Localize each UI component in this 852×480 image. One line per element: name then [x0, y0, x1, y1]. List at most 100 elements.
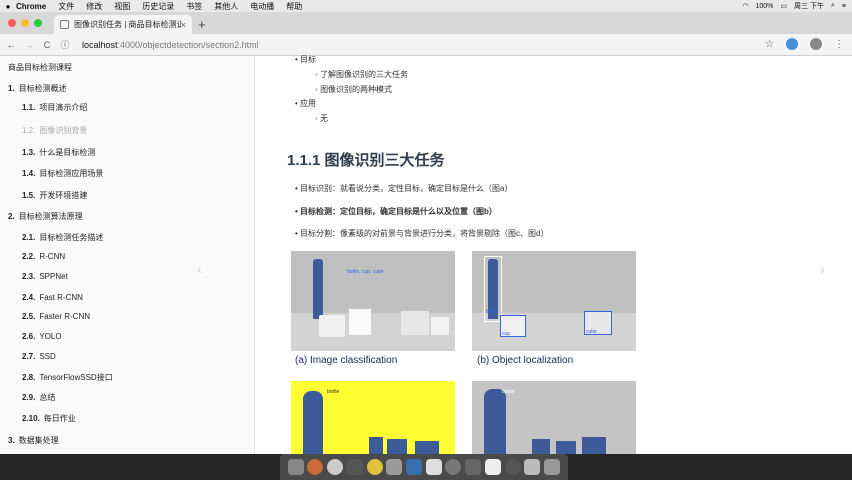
clock[interactable]: 周三 下午: [794, 1, 824, 11]
info-icon[interactable]: ⓘ: [58, 38, 72, 51]
menu-list-icon[interactable]: ≡: [842, 3, 846, 10]
reload-icon[interactable]: C: [40, 40, 54, 50]
menu-people[interactable]: 其他人: [214, 1, 238, 12]
toc-item[interactable]: 2.1. 目标检测任务描述: [22, 232, 103, 243]
bookmark-star-icon[interactable]: ☆: [765, 39, 774, 50]
toc-num: 1.3.: [22, 148, 36, 157]
menu-window[interactable]: 电动播: [250, 1, 274, 12]
caption-a: (a) Image classification: [295, 355, 398, 366]
toc-num: 2.9.: [22, 393, 36, 402]
toc-item[interactable]: 1.5. 开发环境搭建: [22, 190, 87, 201]
toc-num: 2.6.: [22, 332, 36, 341]
cube-shape: [415, 441, 439, 454]
prev-page-icon[interactable]: ‹: [197, 261, 202, 277]
toc-item[interactable]: 2.3. SPPNet: [22, 272, 68, 281]
task-item: • 目标分割：像素级的对前景与背景进行分类，将背景剔除（图c、图d）: [295, 229, 549, 238]
chrome-icon[interactable]: [366, 459, 383, 475]
caption-b: (b) Object localization: [477, 355, 574, 366]
goal-title: 目标: [300, 55, 317, 64]
toc-label: 什么是目标检测: [39, 148, 96, 157]
toc-num: 2.5.: [22, 312, 36, 321]
toc-num: 1.5.: [22, 191, 36, 200]
app-icon[interactable]: [524, 459, 541, 475]
apply-item: ◦ 无: [315, 114, 329, 123]
task-item: • 目标识别：就看说分类，定性目标，确定目标是什么（图a）: [295, 184, 513, 193]
back-icon[interactable]: ←: [4, 40, 18, 50]
trash-icon[interactable]: [544, 459, 561, 475]
toc-item[interactable]: 2.7. SSD: [22, 352, 56, 361]
close-window-icon[interactable]: [8, 19, 16, 27]
toc-label: 目标检测任务描述: [39, 233, 104, 242]
extension-icon[interactable]: [786, 38, 798, 50]
forward-icon[interactable]: →: [22, 40, 36, 50]
textedit-icon[interactable]: [484, 459, 501, 475]
safari-icon[interactable]: [327, 459, 344, 475]
toc-label: YOLO: [39, 332, 62, 341]
toc-item[interactable]: 2.10. 每日作业: [22, 413, 76, 424]
minimize-window-icon[interactable]: [21, 19, 29, 27]
app-icon[interactable]: [504, 459, 521, 475]
toc-sidebar: 商品目标检测课程 1. 目标检测概述 1.1. 项目演示介绍 1.2. 图像识别背景 …: [0, 56, 255, 454]
tab-active[interactable]: 图像识别任务 | 商品目标检测识 ×: [54, 15, 192, 34]
next-page-icon[interactable]: ›: [820, 261, 825, 277]
toc-item[interactable]: 2.6. YOLO: [22, 332, 62, 341]
toc-item[interactable]: 1. 目标检测概述: [8, 83, 67, 94]
menu-edit[interactable]: 修改: [86, 1, 102, 12]
app-icon[interactable]: [346, 459, 363, 475]
menu-app[interactable]: Chrome: [16, 2, 46, 11]
launchpad-icon[interactable]: [307, 459, 324, 475]
goal-item: ◦ 图像识别的两种模式: [315, 85, 393, 94]
toc-label: 目标检测算法原理: [18, 212, 83, 221]
bottle-shape: [303, 391, 323, 454]
article-content: ‹ › • 目标 ◦ 了解图像识别的三大任务 ◦ 图像识别的两种模式 • 应用 …: [197, 55, 852, 454]
keynote-icon[interactable]: [406, 459, 423, 475]
menu-view[interactable]: 视图: [114, 1, 130, 12]
toolbar-right: ☆ ⋮: [765, 38, 844, 50]
apple-icon[interactable]: ●: [0, 2, 16, 11]
cup-shape: [369, 437, 383, 454]
toc-num: 2.10.: [22, 414, 40, 423]
address-bar[interactable]: localhost:4000/objectdetection/section2.…: [82, 40, 259, 50]
menu-file[interactable]: 文件: [58, 1, 74, 12]
toc-title: 商品目标检测课程: [8, 63, 72, 72]
menu-history[interactable]: 历史记录: [142, 1, 174, 12]
app-icon[interactable]: [386, 459, 403, 475]
cube-shape: [556, 441, 576, 454]
profile-avatar[interactable]: [810, 38, 822, 50]
app-icon[interactable]: [425, 459, 442, 475]
status-area: ◠ 100% ▭ 周三 下午 ⌕ ≡: [742, 0, 846, 12]
toc-num: 2.8.: [22, 373, 36, 382]
toc-item[interactable]: 2.4. Fast R-CNN: [22, 293, 83, 302]
goal-item: ◦ 了解图像识别的三大任务: [315, 70, 409, 79]
menu-bookmarks[interactable]: 书签: [186, 1, 202, 12]
toc-item[interactable]: 2.8. TensorFlowSSD接口: [22, 372, 113, 383]
more-menu-icon[interactable]: ⋮: [834, 39, 844, 50]
figure-d-image: bottle: [472, 381, 636, 454]
toc-item[interactable]: 1.4. 目标检测应用场景: [22, 168, 103, 179]
wifi-icon[interactable]: ◠: [742, 2, 748, 10]
task-text: 目标识别：就看说分类，定性目标，确定目标是什么（图a）: [300, 184, 513, 193]
battery-percent: 100%: [755, 2, 774, 10]
toc-item[interactable]: 1.3. 什么是目标检测: [22, 147, 95, 158]
toc-item[interactable]: 2. 目标检测算法原理: [8, 211, 83, 222]
toc-label: Fast R-CNN: [39, 293, 83, 302]
fig-b-label-cup: cup: [502, 331, 511, 337]
menu-help[interactable]: 帮助: [286, 1, 302, 12]
zoom-window-icon[interactable]: [34, 19, 42, 27]
app-icon[interactable]: [445, 459, 462, 475]
toc-label: Faster R-CNN: [39, 312, 91, 321]
toc-item[interactable]: 2.9. 总结: [22, 392, 55, 403]
cube-shape: [349, 309, 371, 335]
toc-item[interactable]: 2.5. Faster R-CNN: [22, 312, 90, 321]
toc-item[interactable]: 2.2. R-CNN: [22, 252, 65, 261]
toc-item[interactable]: 1.1. 项目演示介绍: [22, 102, 87, 113]
search-icon[interactable]: ⌕: [831, 2, 835, 10]
toc-label: 每日作业: [43, 414, 76, 423]
new-tab-icon[interactable]: +: [198, 17, 206, 32]
battery-icon[interactable]: ▭: [780, 2, 787, 10]
toc-item[interactable]: 3. 数据集处理: [8, 435, 59, 446]
app-icon[interactable]: [465, 459, 482, 475]
tab-close-icon[interactable]: ×: [181, 20, 186, 30]
finder-icon[interactable]: [287, 459, 304, 475]
toc-item-current[interactable]: 1.2. 图像识别背景: [22, 125, 87, 136]
